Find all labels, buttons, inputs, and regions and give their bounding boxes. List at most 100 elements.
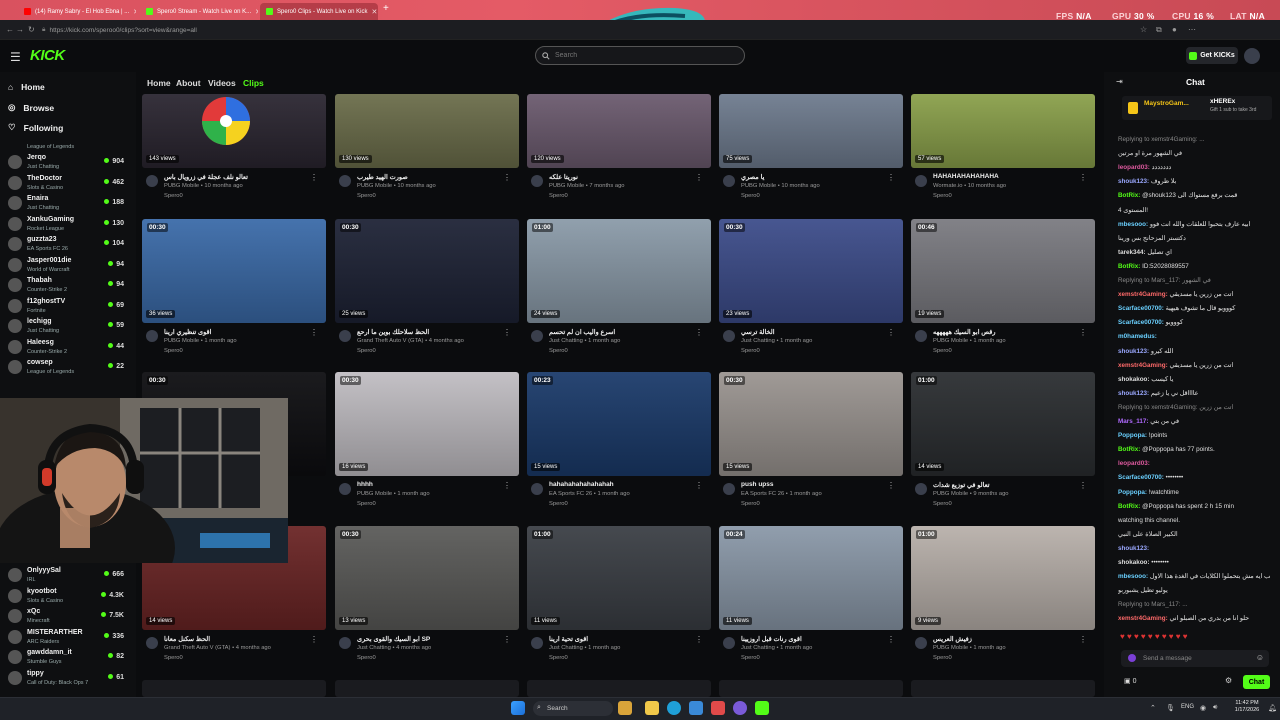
chat-message[interactable]: shouk123: <box>1118 545 1270 553</box>
user-avatar[interactable] <box>1244 48 1260 64</box>
close-tab-icon[interactable]: ✕ <box>371 8 377 16</box>
clip-author[interactable]: Spero0 <box>357 655 376 661</box>
chat-username[interactable]: shouk123: <box>1118 390 1149 397</box>
star-icon[interactable]: ☆ <box>1140 25 1147 34</box>
tab-clips[interactable]: Clips <box>243 78 264 88</box>
clip-game[interactable]: PUBG Mobile <box>933 645 968 651</box>
clip-thumbnail[interactable]: 01:00 11 views <box>527 526 711 630</box>
emote-picker-icon[interactable] <box>1128 654 1136 662</box>
chat-username[interactable]: Scarface00700: <box>1118 305 1164 312</box>
sidebar-channel[interactable]: TheDoctor Slots & Casino 462 <box>6 174 130 194</box>
clip-author[interactable]: Spero0 <box>741 501 760 507</box>
channel-avatar[interactable] <box>531 330 543 342</box>
clip-author[interactable]: Spero0 <box>741 193 760 199</box>
clip-author[interactable]: Spero0 <box>357 501 376 507</box>
clip-game[interactable]: PUBG Mobile <box>933 491 968 497</box>
chat-message[interactable]: mbesooo: طلب ايه مش بتحملوا الكلايات في … <box>1118 573 1270 581</box>
language-indicator[interactable]: ENG <box>1181 704 1194 710</box>
clip-thumbnail[interactable]: 01:00 9 views <box>911 526 1095 630</box>
chat-message[interactable]: xemstr4Gaming: اتت من زرين يا مسديقي <box>1118 291 1270 299</box>
browser-tab[interactable]: (14) Ramy Sabry - El Hob Ebna | ... ✕ <box>18 3 136 20</box>
clip-title[interactable]: push upss <box>741 481 891 488</box>
sidebar-channel[interactable]: Thabah Counter-Strike 2 94 <box>6 276 130 296</box>
channel-avatar[interactable] <box>339 175 351 187</box>
widgets-icon[interactable] <box>618 701 632 715</box>
more-options-icon[interactable]: ⋮ <box>310 173 318 182</box>
clip-thumbnail[interactable]: 00:30 23 views <box>719 219 903 323</box>
channel-avatar[interactable] <box>531 483 543 495</box>
clip-game[interactable]: EA Sports FC 26 <box>741 491 784 497</box>
chat-message[interactable]: BotRix: @Poppopa has 77 points. <box>1118 446 1270 454</box>
close-tab-icon[interactable]: ✕ <box>255 8 258 16</box>
chat-username[interactable]: BotRix: <box>1118 503 1140 510</box>
chat-message[interactable]: Scarface00700: كووويو قال ما تشوف هيهية <box>1118 305 1270 313</box>
chat-message[interactable]: m0hamedus: <box>1118 333 1270 341</box>
clip-game[interactable]: Just Chatting <box>549 645 583 651</box>
clip-game[interactable]: Wormate.io <box>933 183 963 189</box>
notification-icon[interactable]: 🔔︎ <box>1268 704 1277 712</box>
sidebar-channel[interactable]: Jasper001die World of Warcraft 94 <box>6 256 130 276</box>
clip-title[interactable]: اقوى رنات قبل اروزيينا <box>741 635 891 643</box>
chat-message[interactable]: Scarface00700: كووويو <box>1118 319 1270 327</box>
chat-username[interactable]: leopard03: <box>1118 460 1150 467</box>
reload-icon[interactable]: ↻ <box>28 25 35 34</box>
clip-author[interactable]: Spero0 <box>549 501 568 507</box>
chat-message[interactable]: BotRix: @shouk123 قمت برفع مستواك الى <box>1118 192 1270 200</box>
more-options-icon[interactable]: ⋮ <box>695 481 703 490</box>
clip-author[interactable]: Spero0 <box>549 348 568 354</box>
clip-title[interactable]: اقوى تنظيري ارينا <box>164 328 314 336</box>
clip-thumbnail[interactable]: 00:24 11 views <box>719 526 903 630</box>
chat-message[interactable]: Replying to xemstr4Gaming: اتت من زرين <box>1118 404 1270 412</box>
store-icon[interactable] <box>689 701 703 715</box>
clip-thumbnail[interactable]: 00:30 16 views <box>335 372 519 476</box>
sidebar-channel[interactable]: kyootbot Slots & Casino 4.3K <box>6 587 130 607</box>
clip-title[interactable]: اقوى تحية ارينا <box>549 635 699 643</box>
more-options-icon[interactable]: ⋮ <box>887 635 895 644</box>
chat-username[interactable]: Poppopa: <box>1118 489 1147 496</box>
mail-icon[interactable] <box>711 701 725 715</box>
chat-username[interactable]: shouk123: <box>1118 178 1149 185</box>
clip-title[interactable]: الحظ سكنل معانا <box>164 635 314 643</box>
channel-avatar[interactable] <box>339 637 351 649</box>
clip-thumbnail[interactable]: 120 views <box>527 94 711 168</box>
more-options-icon[interactable]: ⋮ <box>503 173 511 182</box>
chat-username[interactable]: Poppopa: <box>1118 432 1147 439</box>
clip-author[interactable]: Spero0 <box>164 193 183 199</box>
channel-avatar[interactable] <box>723 637 735 649</box>
clip-thumbnail[interactable]: 00:30 15 views <box>719 372 903 476</box>
channel-avatar[interactable] <box>723 483 735 495</box>
chat-username[interactable]: shouk123: <box>1118 545 1149 552</box>
clip-title[interactable]: نوريتا علكه <box>549 173 699 181</box>
more-options-icon[interactable]: ⋮ <box>695 173 703 182</box>
chat-username[interactable]: shokakoo: <box>1118 376 1150 383</box>
kick-app-icon[interactable] <box>755 701 769 715</box>
channel-avatar[interactable] <box>915 637 927 649</box>
clip-game[interactable]: PUBG Mobile <box>164 183 199 189</box>
chat-message[interactable]: Poppopa: !watchtime <box>1118 489 1270 497</box>
clip-thumbnail[interactable]: 01:00 14 views <box>911 372 1095 476</box>
chat-username[interactable]: mbesooo: <box>1118 221 1148 228</box>
tab-about[interactable]: About <box>176 78 201 88</box>
clip-author[interactable]: Spero0 <box>741 655 760 661</box>
clip-thumbnail[interactable]: 00:30 13 views <box>335 526 519 630</box>
channel-avatar[interactable] <box>915 483 927 495</box>
sidebar-channel[interactable]: OnlyyySal IRL 666 <box>6 566 130 586</box>
channel-avatar[interactable] <box>915 175 927 187</box>
sidebar-channel[interactable]: Jerqo Just Chatting 904 <box>6 153 130 173</box>
sidebar-channel[interactable]: gawddamn_it Stumble Guys 82 <box>6 648 130 668</box>
chat-message[interactable]: يوليو تظيل يشبوربو <box>1118 587 1270 595</box>
clip-game[interactable]: Grand Theft Auto V (GTA) <box>357 338 423 344</box>
clip-author[interactable]: Spero0 <box>164 655 183 661</box>
clip-game[interactable]: PUBG Mobile <box>164 338 199 344</box>
taskbar-search[interactable]: ⌕ Search <box>533 701 613 716</box>
clip-title[interactable]: رقص ابو السيك هههههه <box>933 328 1083 336</box>
chat-message[interactable]: Replying to Mars_117: ... <box>1118 601 1270 609</box>
more-options-icon[interactable]: ⋮ <box>887 481 895 490</box>
clip-thumbnail[interactable]: 00:30 36 views <box>142 219 326 323</box>
emoji-icon[interactable]: ☺ <box>1256 653 1264 662</box>
chat-input[interactable]: Send a message ☺ <box>1121 650 1269 667</box>
clip-title[interactable]: hhhh <box>357 481 507 488</box>
clip-author[interactable]: Spero0 <box>741 348 760 354</box>
clip-title[interactable]: الخالة ترسي <box>741 328 891 336</box>
tab-videos[interactable]: Videos <box>208 78 236 88</box>
